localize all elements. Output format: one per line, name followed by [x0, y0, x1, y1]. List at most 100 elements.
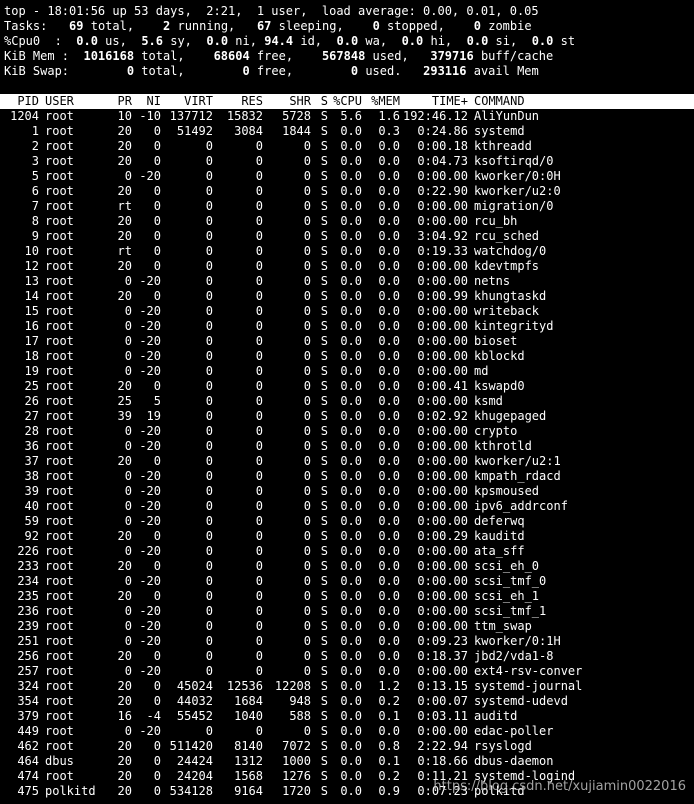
- process-user-cell: dbus: [45, 754, 74, 768]
- process-state-cell: S: [320, 694, 328, 708]
- process-priority-cell: 0: [124, 514, 132, 528]
- process-row: 27 root 39 19 0 0 0 S 0.0 0.0 0:02.92 khugepaged: [0, 409, 694, 424]
- process-state-cell: S: [320, 739, 328, 753]
- process-virt-cell: 0: [205, 514, 213, 528]
- process-pid-cell: 9: [31, 229, 39, 243]
- process-user-cell: root: [45, 169, 74, 183]
- column-header-ni: NI: [146, 94, 161, 108]
- process-virt-cell: 0: [205, 664, 213, 678]
- process-user-cell: root: [45, 319, 74, 333]
- process-priority-cell: 0: [124, 364, 132, 378]
- process-command-cell: kswapd0: [474, 379, 525, 393]
- process-row: 235 root 20 0 0 0 0 S 0.0 0.0 0:00.00 scsi_eh_1: [0, 589, 694, 604]
- process-user-cell: root: [45, 274, 74, 288]
- process-row: 38 root 0 -20 0 0 0 S 0.0 0.0 0:00.00 kmpath_rdacd: [0, 469, 694, 484]
- process-state-cell: S: [320, 364, 328, 378]
- process-mem-cell: 0.0: [378, 724, 400, 738]
- process-priority-cell: rt: [117, 199, 132, 213]
- process-time-cell: 0:00.18: [417, 139, 468, 153]
- process-nice-cell: -20: [139, 364, 161, 378]
- process-priority-cell: 0: [124, 169, 132, 183]
- process-pid-cell: 1: [31, 124, 39, 138]
- process-virt-cell: 0: [205, 214, 213, 228]
- process-priority-cell: 20: [117, 529, 132, 543]
- process-time-cell: 0:00.00: [417, 724, 468, 738]
- process-row: 324 root 20 0 45024 12536 12208 S 0.0 1.2 0:13.15 s…: [0, 679, 694, 694]
- process-priority-cell: 20: [117, 124, 132, 138]
- process-row: 92 root 20 0 0 0 0 S 0.0 0.0 0:00.29 kauditd: [0, 529, 694, 544]
- process-pid-cell: 234: [17, 574, 39, 588]
- process-state-cell: S: [320, 709, 328, 723]
- process-user-cell: root: [45, 364, 74, 378]
- process-pid-cell: 449: [17, 724, 39, 738]
- process-state-cell: S: [320, 379, 328, 393]
- process-priority-cell: 20: [117, 454, 132, 468]
- process-command-cell: auditd: [474, 709, 518, 723]
- process-mem-cell: 0.0: [378, 454, 400, 468]
- process-pid-cell: 6: [31, 184, 39, 198]
- process-row: 14 root 20 0 0 0 0 S 0.0 0.0 0:00.99 khungtaskd: [0, 289, 694, 304]
- process-time-cell: 0:00.00: [417, 319, 468, 333]
- process-user-cell: root: [45, 514, 74, 528]
- process-shr-cell: 0: [303, 154, 311, 168]
- process-cpu-cell: 0.0: [340, 139, 362, 153]
- process-res-cell: 0: [255, 514, 263, 528]
- process-time-cell: 0:00.00: [417, 499, 468, 513]
- process-state-cell: S: [320, 169, 328, 183]
- process-mem-cell: 0.0: [378, 664, 400, 678]
- process-nice-cell: 0: [153, 379, 161, 393]
- process-command-cell: kworker/0:0H: [474, 169, 561, 183]
- process-nice-cell: 0: [153, 244, 161, 258]
- process-mem-cell: 0.0: [378, 319, 400, 333]
- process-pid-cell: 18: [24, 349, 39, 363]
- process-nice-cell: 0: [153, 139, 161, 153]
- process-user-cell: root: [45, 739, 74, 753]
- process-virt-cell: 0: [205, 589, 213, 603]
- process-pid-cell: 14: [24, 289, 39, 303]
- process-nice-cell: -20: [139, 484, 161, 498]
- process-command-cell: kpsmoused: [474, 484, 540, 498]
- process-cpu-cell: 0.0: [340, 334, 362, 348]
- process-nice-cell: -20: [139, 349, 161, 363]
- process-command-cell: netns: [474, 274, 511, 288]
- process-shr-cell: 7072: [282, 739, 311, 753]
- process-cpu-cell: 0.0: [340, 169, 362, 183]
- process-user-cell: root: [45, 139, 74, 153]
- process-command-cell: rcu_bh: [474, 214, 518, 228]
- process-cpu-cell: 0.0: [340, 349, 362, 363]
- process-priority-cell: 0: [124, 334, 132, 348]
- process-command-cell: kblockd: [474, 349, 525, 363]
- process-user-cell: root: [45, 649, 74, 663]
- process-row: 12 root 20 0 0 0 0 S 0.0 0.0 0:00.00 kdevtmpfs: [0, 259, 694, 274]
- process-virt-cell: 0: [205, 469, 213, 483]
- process-time-cell: 0:00.00: [417, 349, 468, 363]
- process-mem-cell: 0.0: [378, 619, 400, 633]
- column-header-res: RES: [241, 94, 263, 108]
- process-mem-cell: 0.0: [378, 634, 400, 648]
- process-nice-cell: -20: [139, 499, 161, 513]
- process-pid-cell: 15: [24, 304, 39, 318]
- process-table-header: PID USER PR NI VIRT RES SHR S %CPU %MEM TIME+ COMMA…: [0, 94, 694, 109]
- process-virt-cell: 0: [205, 229, 213, 243]
- process-user-cell: root: [45, 454, 74, 468]
- process-cpu-cell: 0.0: [340, 379, 362, 393]
- process-res-cell: 0: [255, 379, 263, 393]
- process-pid-cell: 12: [24, 259, 39, 273]
- process-state-cell: S: [320, 619, 328, 633]
- process-virt-cell: 0: [205, 544, 213, 558]
- process-command-cell: kworker/u2:1: [474, 454, 561, 468]
- process-nice-cell: 0: [153, 124, 161, 138]
- process-shr-cell: 0: [303, 724, 311, 738]
- process-state-cell: S: [320, 304, 328, 318]
- process-row: 19 root 0 -20 0 0 0 S 0.0 0.0 0:00.00 md: [0, 364, 694, 379]
- process-row: 233 root 20 0 0 0 0 S 0.0 0.0 0:00.00 scsi_eh_0: [0, 559, 694, 574]
- process-cpu-cell: 0.0: [340, 754, 362, 768]
- process-shr-cell: 0: [303, 529, 311, 543]
- process-time-cell: 0:02.92: [417, 409, 468, 423]
- process-res-cell: 0: [255, 349, 263, 363]
- process-row: 239 root 0 -20 0 0 0 S 0.0 0.0 0:00.00 ttm_swap: [0, 619, 694, 634]
- process-command-cell: kthreadd: [474, 139, 532, 153]
- process-state-cell: S: [320, 589, 328, 603]
- process-command-cell: dbus-daemon: [474, 754, 554, 768]
- process-user-cell: root: [45, 634, 74, 648]
